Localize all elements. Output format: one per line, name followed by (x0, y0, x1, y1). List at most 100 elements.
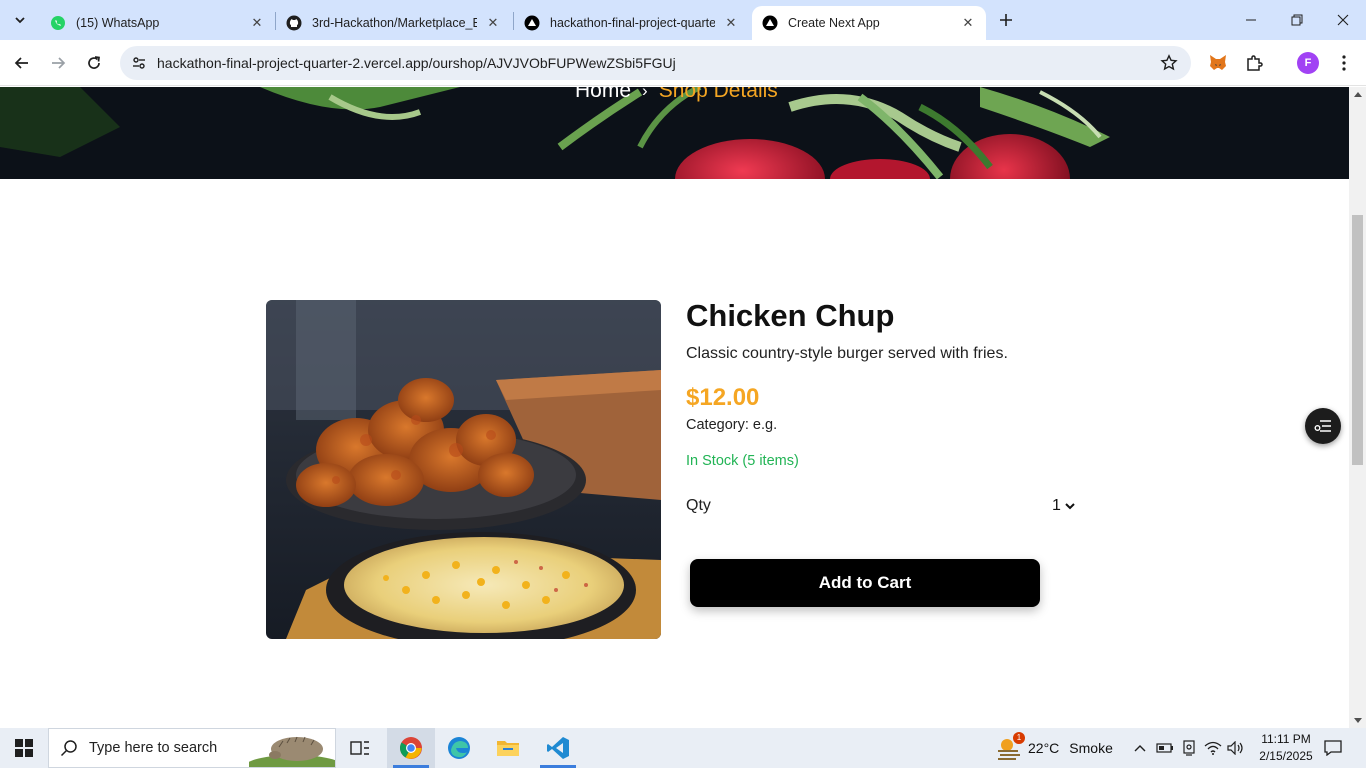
search-icon (49, 728, 89, 768)
arrow-right-icon (52, 57, 66, 69)
tab-label: 3rd-Hackathon/Marketplace_Bu (312, 16, 477, 30)
task-view-button[interactable] (336, 728, 384, 768)
tab-create-next-app[interactable]: Create Next App ✕ (752, 6, 986, 40)
forward-button[interactable] (44, 49, 72, 77)
weather-widget[interactable]: 1 22°C Smoke (996, 728, 1113, 768)
page-viewport: Home › Shop Details Chicken Chup Classic… (0, 87, 1349, 728)
minimize-button[interactable] (1228, 0, 1274, 40)
scroll-up-arrow[interactable] (1349, 87, 1366, 101)
quantity-label: Qty (686, 497, 711, 514)
scrollbar-thumb[interactable] (1352, 215, 1363, 465)
weather-temperature: 22°C (1028, 740, 1060, 756)
clock-time: 11:11 PM (1261, 732, 1311, 746)
extensions-button[interactable] (1240, 49, 1268, 77)
page-scrollbar[interactable] (1349, 87, 1366, 728)
site-info-icon[interactable] (128, 52, 150, 74)
taskbar-chrome[interactable] (387, 728, 435, 768)
browser-menu-button[interactable] (1330, 49, 1358, 77)
url-text: hackathon-final-project-quarter-2.vercel… (157, 55, 676, 71)
scroll-down-arrow[interactable] (1349, 714, 1366, 728)
wifi-icon (1204, 741, 1222, 755)
vscode-icon (547, 737, 569, 759)
browser-toolbar: hackathon-final-project-quarter-2.vercel… (0, 40, 1366, 86)
device-icon (1183, 740, 1195, 756)
tab-hackathon[interactable]: hackathon-final-project-quarte ✕ (514, 6, 749, 40)
breadcrumb-separator: › (642, 87, 648, 100)
tab-search-button[interactable] (6, 7, 34, 33)
address-bar[interactable]: hackathon-final-project-quarter-2.vercel… (120, 46, 1191, 80)
vercel-icon (524, 15, 540, 31)
restore-icon (1291, 14, 1303, 26)
taskbar-search-box[interactable]: Type here to search (48, 728, 336, 768)
edge-icon (448, 737, 470, 759)
breadcrumb-home-link[interactable]: Home (575, 87, 631, 103)
more-vertical-icon (1342, 55, 1346, 71)
minimize-icon (1246, 19, 1256, 21)
tab-github[interactable]: 3rd-Hackathon/Marketplace_Bu ✕ (276, 6, 511, 40)
category-value: e.g. (752, 417, 778, 433)
search-placeholder: Type here to search (89, 740, 218, 756)
start-button[interactable] (0, 728, 48, 768)
puzzle-icon (1247, 55, 1263, 71)
metamask-extension-button[interactable] (1204, 49, 1232, 77)
chevron-down-icon (15, 17, 25, 24)
product-category: Category: e.g. (686, 417, 777, 433)
tab-label: hackathon-final-project-quarte (550, 16, 715, 30)
quantity-select[interactable]: 1 (1052, 495, 1082, 517)
speaker-icon (1227, 741, 1243, 755)
stock-status: In Stock (5 items) (686, 453, 799, 469)
close-icon[interactable]: ✕ (723, 15, 739, 31)
product-price: $12.00 (686, 384, 760, 411)
search-highlight-image (249, 736, 335, 767)
wifi-tray-icon[interactable] (1203, 738, 1223, 758)
menu-list-icon (1314, 420, 1331, 432)
reload-icon (88, 56, 100, 69)
breadcrumb: Home › Shop Details (575, 87, 778, 103)
taskbar-edge[interactable] (435, 728, 483, 768)
tab-strip: (15) WhatsApp ✕ 3rd-Hackathon/Marketplac… (0, 0, 1366, 40)
close-icon (1337, 14, 1349, 26)
reload-button[interactable] (80, 49, 108, 77)
windows-logo-icon (15, 739, 33, 757)
close-icon[interactable]: ✕ (485, 15, 501, 31)
weather-description: Smoke (1069, 740, 1113, 756)
close-icon[interactable]: ✕ (960, 15, 976, 31)
task-view-icon (350, 741, 369, 755)
show-hidden-icons-button[interactable] (1130, 738, 1150, 758)
quantity-value: 1 (1052, 497, 1061, 514)
volume-tray-icon[interactable] (1226, 738, 1246, 758)
windows-taskbar: Type here to search 1 22°C Smoke 11:11 P… (0, 728, 1366, 768)
bookmark-star-icon[interactable] (1159, 53, 1179, 73)
floating-widget-button[interactable] (1305, 408, 1341, 444)
taskbar-vscode[interactable] (534, 728, 582, 768)
hero-banner: Home › Shop Details (0, 87, 1349, 179)
tab-label: (15) WhatsApp (76, 16, 160, 30)
close-icon[interactable]: ✕ (249, 15, 265, 31)
weather-haze-icon: 1 (996, 732, 1025, 761)
vercel-icon (762, 15, 778, 31)
plus-icon (1000, 14, 1012, 26)
new-tab-button[interactable] (994, 8, 1018, 32)
tab-label: Create Next App (788, 16, 880, 30)
profile-avatar[interactable]: F (1297, 52, 1319, 74)
device-tray-icon[interactable] (1179, 738, 1199, 758)
metamask-fox-icon (1210, 55, 1226, 70)
folder-icon (497, 741, 519, 756)
back-button[interactable] (8, 49, 36, 77)
arrow-left-icon (14, 57, 28, 69)
battery-tray-icon[interactable] (1155, 738, 1175, 758)
tab-whatsapp[interactable]: (15) WhatsApp ✕ (40, 6, 275, 40)
system-clock[interactable]: 11:11 PM 2/15/2025 (1254, 731, 1318, 765)
add-to-cart-button[interactable]: Add to Cart (690, 559, 1040, 607)
clock-date: 2/15/2025 (1259, 749, 1313, 763)
chrome-icon (400, 737, 422, 759)
notification-icon (1324, 740, 1342, 756)
notifications-button[interactable] (1320, 736, 1346, 760)
chevron-up-icon (1134, 745, 1146, 752)
restore-button[interactable] (1274, 0, 1320, 40)
product-description: Classic country-style burger served with… (686, 345, 1008, 362)
taskbar-file-explorer[interactable] (484, 728, 532, 768)
close-window-button[interactable] (1320, 0, 1366, 40)
product-image (266, 300, 661, 639)
category-label: Category: (686, 417, 749, 433)
